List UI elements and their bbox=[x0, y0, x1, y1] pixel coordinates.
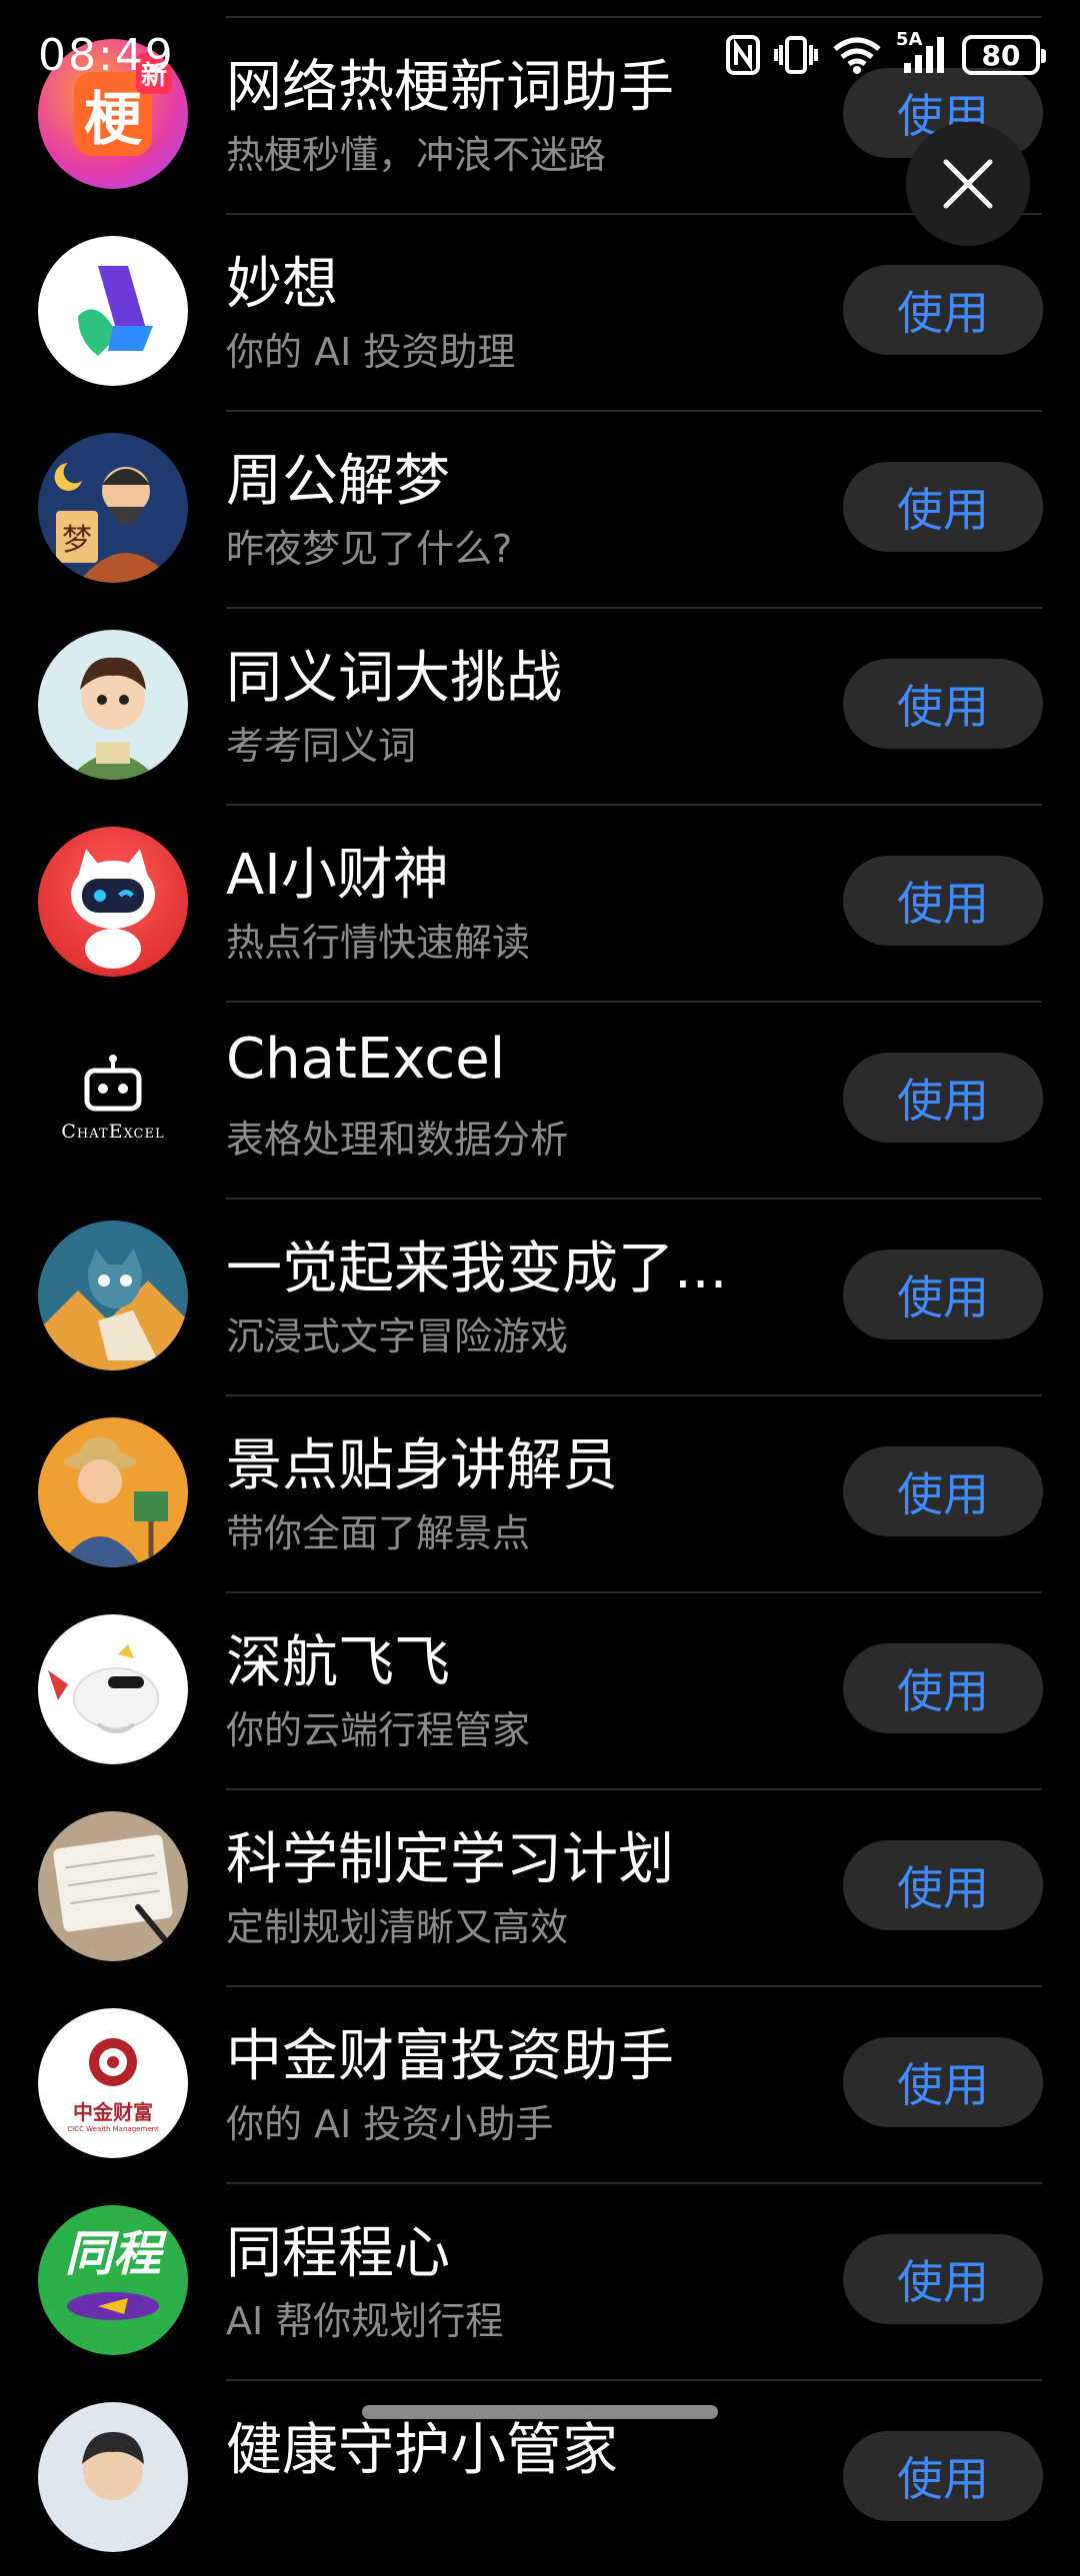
miaoxiang-logo-icon bbox=[38, 236, 188, 386]
item-subtitle: 表格处理和数据分析 bbox=[226, 1118, 569, 1162]
item-title: AI小财神 bbox=[226, 843, 449, 908]
item-subtitle: 定制规划清晰又高效 bbox=[226, 1905, 569, 1949]
tour-guide-icon bbox=[38, 1417, 188, 1567]
list-item[interactable]: AI小财神 热点行情快速解读 使用 bbox=[0, 804, 1080, 1001]
use-button[interactable]: 使用 bbox=[843, 462, 1043, 552]
divider bbox=[226, 804, 1042, 806]
study-plan-icon bbox=[38, 1811, 188, 1961]
item-subtitle: 你的云端行程管家 bbox=[226, 1708, 531, 1752]
divider bbox=[226, 1591, 1042, 1593]
use-button[interactable]: 使用 bbox=[843, 1446, 1043, 1536]
item-title: 同程程心 bbox=[226, 2221, 450, 2286]
divider bbox=[226, 1394, 1042, 1396]
list-item[interactable]: 景点贴身讲解员 带你全面了解景点 使用 bbox=[0, 1394, 1080, 1591]
list-item[interactable]: 深航飞飞 你的云端行程管家 使用 bbox=[0, 1591, 1080, 1788]
tongcheng-logo-icon: 同程 bbox=[38, 2205, 188, 2355]
use-button[interactable]: 使用 bbox=[843, 659, 1043, 749]
item-title: 周公解梦 bbox=[226, 449, 450, 514]
item-subtitle: 昨夜梦见了什么? bbox=[226, 527, 513, 571]
use-button[interactable]: 使用 bbox=[843, 1840, 1043, 1930]
list-item[interactable]: 同义词大挑战 考考同义词 使用 bbox=[0, 607, 1080, 804]
item-subtitle: 热梗秒懂，冲浪不迷路 bbox=[226, 133, 607, 177]
avatar-subtext: CICC Wealth Management bbox=[67, 2124, 159, 2133]
network-type-label: 5A bbox=[896, 29, 923, 50]
chatexcel-logo-icon: ChatExcel bbox=[38, 1024, 188, 1174]
home-indicator[interactable] bbox=[362, 2405, 718, 2419]
item-title: 科学制定学习计划 bbox=[226, 1827, 674, 1892]
item-subtitle: AI 帮你规划行程 bbox=[226, 2299, 504, 2343]
agent-list: 梗 新 网络热梗新词助手 热梗秒懂，冲浪不迷路 使用 妙想 你的 AI 投资助理… bbox=[0, 16, 1080, 2576]
item-title: 同义词大挑战 bbox=[226, 646, 562, 711]
item-subtitle: 考考同义词 bbox=[226, 724, 417, 768]
avatar-text: 梦 bbox=[56, 511, 98, 563]
divider bbox=[226, 1001, 1042, 1003]
dream-sage-icon: 梦 bbox=[38, 433, 188, 583]
divider bbox=[226, 410, 1042, 412]
divider bbox=[226, 2182, 1042, 2184]
close-button[interactable] bbox=[906, 122, 1030, 246]
robot-cat-icon bbox=[38, 827, 188, 977]
item-title: 景点贴身讲解员 bbox=[226, 1433, 618, 1498]
airplane-mascot-icon bbox=[38, 1614, 188, 1764]
item-subtitle: 你的 AI 投资助理 bbox=[226, 330, 516, 374]
item-subtitle: 热点行情快速解读 bbox=[226, 921, 531, 965]
use-button[interactable]: 使用 bbox=[843, 2234, 1043, 2324]
list-item[interactable]: 中金财富 CICC Wealth Management 中金财富投资助手 你的 … bbox=[0, 1985, 1080, 2182]
cellular-signal-icon: 5A bbox=[896, 29, 948, 75]
vibrate-icon bbox=[774, 35, 818, 75]
item-title: 中金财富投资助手 bbox=[226, 2024, 674, 2089]
item-subtitle: 你的 AI 投资小助手 bbox=[226, 2102, 554, 2146]
status-time: 08:49 bbox=[38, 30, 175, 81]
wifi-icon bbox=[832, 35, 882, 75]
battery-level: 80 bbox=[981, 38, 1021, 72]
item-title: 一觉起来我变成了... bbox=[226, 1237, 728, 1301]
list-item[interactable]: 妙想 你的 AI 投资助理 使用 bbox=[0, 213, 1080, 410]
close-icon bbox=[943, 159, 993, 209]
item-subtitle: 沉浸式文字冒险游戏 bbox=[226, 1314, 569, 1358]
list-item[interactable]: 一觉起来我变成了... 沉浸式文字冒险游戏 使用 bbox=[0, 1198, 1080, 1394]
list-item[interactable]: 同程 同程程心 AI 帮你规划行程 使用 bbox=[0, 2182, 1080, 2379]
use-button[interactable]: 使用 bbox=[843, 1643, 1043, 1733]
divider bbox=[226, 1198, 1042, 1200]
use-button[interactable]: 使用 bbox=[843, 265, 1043, 355]
avatar-text: 同程 bbox=[64, 2226, 161, 2282]
student-boy-icon bbox=[38, 630, 188, 780]
divider bbox=[226, 1985, 1042, 1987]
divider bbox=[226, 2379, 1042, 2381]
item-subtitle: 带你全面了解景点 bbox=[226, 1511, 531, 1555]
item-title: 深航飞飞 bbox=[226, 1630, 450, 1695]
divider bbox=[226, 1788, 1042, 1790]
list-item[interactable]: ChatExcel ChatExcel 表格处理和数据分析 使用 bbox=[0, 1001, 1080, 1198]
cat-adventure-icon bbox=[38, 1221, 188, 1370]
use-button[interactable]: 使用 bbox=[843, 1053, 1043, 1143]
avatar-text: ChatExcel bbox=[61, 1121, 165, 1143]
nfc-icon bbox=[726, 35, 760, 75]
use-button[interactable]: 使用 bbox=[843, 1250, 1043, 1339]
use-button[interactable]: 使用 bbox=[843, 2431, 1043, 2521]
status-icons: 5A 80 bbox=[726, 29, 1046, 80]
list-item[interactable]: 梦 周公解梦 昨夜梦见了什么? 使用 bbox=[0, 410, 1080, 607]
item-title: 妙想 bbox=[226, 252, 338, 317]
divider bbox=[226, 607, 1042, 609]
status-bar: 08:49 5A 80 bbox=[0, 0, 1080, 110]
item-title: ChatExcel bbox=[226, 1027, 506, 1092]
use-button[interactable]: 使用 bbox=[843, 856, 1043, 946]
list-item[interactable]: 科学制定学习计划 定制规划清晰又高效 使用 bbox=[0, 1788, 1080, 1985]
battery-icon: 80 bbox=[962, 35, 1046, 75]
cicc-logo-icon: 中金财富 CICC Wealth Management bbox=[38, 2008, 188, 2158]
avatar-text: 中金财富 bbox=[73, 2099, 153, 2124]
use-button[interactable]: 使用 bbox=[843, 2037, 1043, 2127]
doctor-avatar-icon bbox=[38, 2402, 188, 2552]
